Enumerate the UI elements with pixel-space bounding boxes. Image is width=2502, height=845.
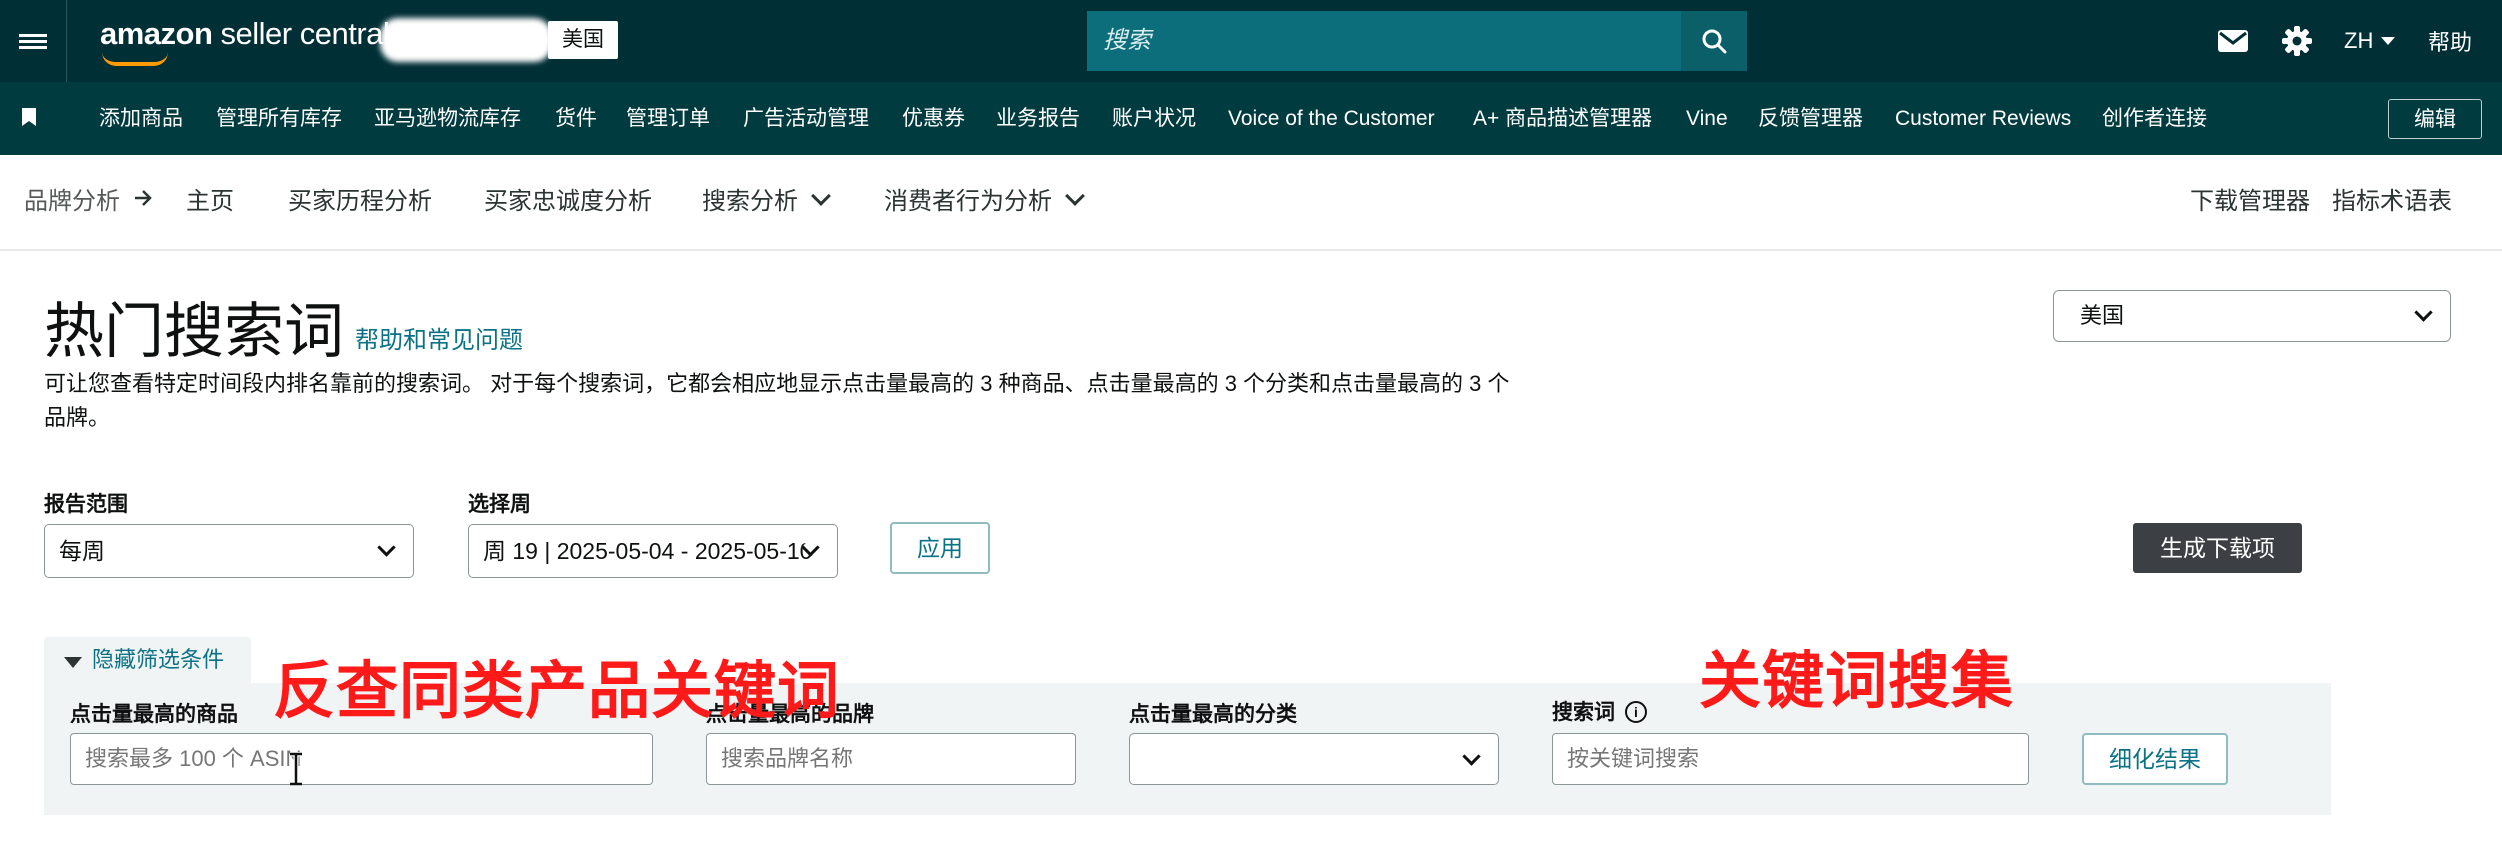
search-input[interactable] [1087,11,1681,71]
top-category-select[interactable] [1129,733,1499,785]
top-brand-input[interactable] [706,733,1076,785]
nav-bar: 添加商品 管理所有库存 亚马逊物流库存 货件 管理订单 广告活动管理 优惠券 业… [0,82,2502,155]
nav-voice-of-customer[interactable]: Voice of the Customer [1228,82,1435,155]
gear-icon [2282,26,2312,56]
marketplace-badge[interactable]: 美国 [548,21,618,59]
nav-shipments[interactable]: 货件 [555,82,597,155]
week-label: 选择周 [468,493,531,516]
amazon-smile-icon [102,52,168,66]
report-range-label: 报告范围 [44,493,128,516]
apply-button[interactable]: 应用 [890,522,990,574]
search-term-label: 搜索词 i [1552,696,1647,726]
refine-results-button[interactable]: 细化结果 [2082,733,2228,785]
nav-creator-connections[interactable]: 创作者连接 [2102,82,2207,155]
caret-down-icon [2381,37,2396,45]
annotation-keyword-collection: 关键词搜集 [1699,647,2015,716]
generate-download-button[interactable]: 生成下载项 [2133,523,2302,573]
search-icon [1702,29,1727,54]
week-select[interactable]: 周 19 | 2025-05-04 - 2025-05-10 [468,524,838,578]
hide-filters-label: 隐藏筛选条件 [92,647,225,672]
report-range-select[interactable]: 每周 [44,524,414,578]
nav-campaign-manager[interactable]: 广告活动管理 [743,82,869,155]
top-category-label: 点击量最高的分类 [1129,703,1297,726]
help-link[interactable]: 帮助 [2428,0,2472,82]
week-value: 周 19 | 2025-05-04 - 2025-05-10 [483,538,813,564]
search-button[interactable] [1681,11,1747,71]
nav-business-reports[interactable]: 业务报告 [996,82,1080,155]
nav-a-plus-manager[interactable]: A+ 商品描述管理器 [1473,82,1652,155]
info-icon[interactable]: i [1625,701,1647,723]
help-faq-link[interactable]: 帮助和常见问题 [355,320,523,355]
filter-icon [64,657,82,668]
settings-button[interactable] [2282,0,2312,82]
top-product-label: 点击量最高的商品 [70,703,238,726]
report-range-value: 每周 [59,538,105,564]
language-label: ZH [2344,28,2374,53]
subnav-search-analytics-label: 搜索分析 [702,188,798,215]
logo-brand: amazon [100,16,213,51]
chevron-down-icon [1462,747,1481,766]
chevron-down-icon [377,538,396,557]
subnav-consumer-behavior-label: 消费者行为分析 [884,188,1052,215]
metrics-glossary-link[interactable]: 指标术语表 [2332,155,2452,249]
nav-manage-orders[interactable]: 管理订单 [626,82,710,155]
nav-account-health[interactable]: 账户状况 [1112,82,1196,155]
arrow-right-icon [135,190,152,206]
nav-fba-inventory[interactable]: 亚马逊物流库存 [374,82,521,155]
search-term-input[interactable] [1552,733,2029,785]
subnav-home[interactable]: 主页 [186,155,234,249]
nav-coupons[interactable]: 优惠券 [902,82,965,155]
menu-icon[interactable] [0,0,67,82]
mail-button[interactable] [2218,0,2248,82]
annotation-reverse-lookup: 反查同类产品关键词 [273,657,841,726]
page-description: 可让您查看特定时间段内排名靠前的搜索词。 对于每个搜索词，它都会相应地显示点击量… [44,371,1510,430]
language-selector[interactable]: ZH [2344,0,2396,82]
mail-icon [2218,30,2248,52]
subnav-search-analytics[interactable]: 搜索分析 [702,155,831,249]
logo-product: seller central [220,16,390,51]
nav-vine[interactable]: Vine [1686,82,1728,155]
seller-central-logo[interactable]: amazon seller central [100,16,390,52]
chevron-down-icon [2414,303,2433,322]
text-cursor-icon [290,752,302,786]
page-title: 热门搜索词 [44,298,344,365]
subnav-customer-loyalty[interactable]: 买家忠诚度分析 [484,155,652,249]
top-product-input[interactable] [70,733,653,785]
search-term-label-text: 搜索词 [1552,701,1615,724]
brand-analytics-subnav: 品牌分析 主页 买家历程分析 买家忠诚度分析 搜索分析 消费者行为分析 下载管理… [0,155,2502,251]
country-select-value: 美国 [2080,303,2125,328]
nav-add-product[interactable]: 添加商品 [99,82,183,155]
nav-customer-reviews[interactable]: Customer Reviews [1895,82,2071,155]
redacted-store-name [380,18,552,62]
hide-filters-toggle[interactable]: 隐藏筛选条件 [44,637,251,683]
country-select[interactable]: 美国 [2053,290,2451,342]
chevron-down-icon [1065,186,1085,206]
bookmark-icon[interactable] [22,108,36,126]
download-manager-link[interactable]: 下载管理器 [2190,155,2310,249]
breadcrumb-brand-analytics[interactable]: 品牌分析 [24,155,120,249]
subnav-consumer-behavior[interactable]: 消费者行为分析 [884,155,1085,249]
subnav-customer-journey[interactable]: 买家历程分析 [288,155,432,249]
chevron-down-icon [811,186,831,206]
nav-manage-inventory[interactable]: 管理所有库存 [216,82,342,155]
top-bar: amazon seller central 美国 ZH [0,0,2502,82]
edit-nav-button[interactable]: 编辑 [2388,99,2482,139]
nav-feedback-manager[interactable]: 反馈管理器 [1758,82,1863,155]
